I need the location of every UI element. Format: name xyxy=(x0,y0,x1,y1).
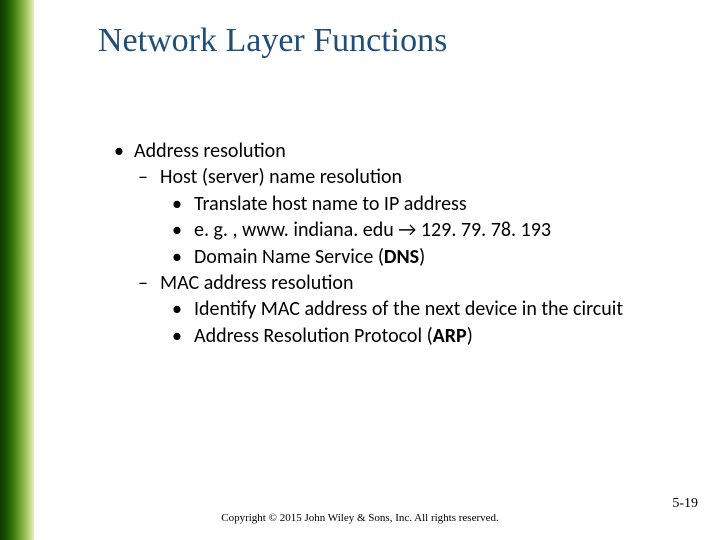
bullet-l3: Address Resolution Protocol (ARP) xyxy=(166,323,670,349)
copyright-footer: Copyright © 2015 John Wiley & Sons, Inc.… xyxy=(0,512,720,524)
text-run: Domain Name Service ( xyxy=(194,245,384,269)
decorative-sidebar xyxy=(0,0,34,540)
bold-acronym-dns: DNS xyxy=(384,245,419,269)
slide-body: Address resolution Host (server) name re… xyxy=(110,138,670,349)
bullet-l2: MAC address resolution xyxy=(134,270,670,296)
bullet-l3: Domain Name Service (DNS) xyxy=(166,244,670,270)
bullet-l3: e. g. , www. indiana. edu → 129. 79. 78.… xyxy=(166,217,670,243)
slide-title: Network Layer Functions xyxy=(98,22,447,60)
bold-acronym-arp: ARP xyxy=(433,324,467,348)
text-run: ) xyxy=(467,324,473,348)
bullet-l3: Translate host name to IP address xyxy=(166,191,670,217)
bullet-l1: Address resolution xyxy=(110,138,670,164)
text-run: ) xyxy=(419,245,425,269)
text-run: Address Resolution Protocol ( xyxy=(194,324,433,348)
bullet-l3: Identify MAC address of the next device … xyxy=(166,296,670,322)
bullet-l2: Host (server) name resolution xyxy=(134,164,670,190)
page-number: 5-19 xyxy=(672,496,698,512)
